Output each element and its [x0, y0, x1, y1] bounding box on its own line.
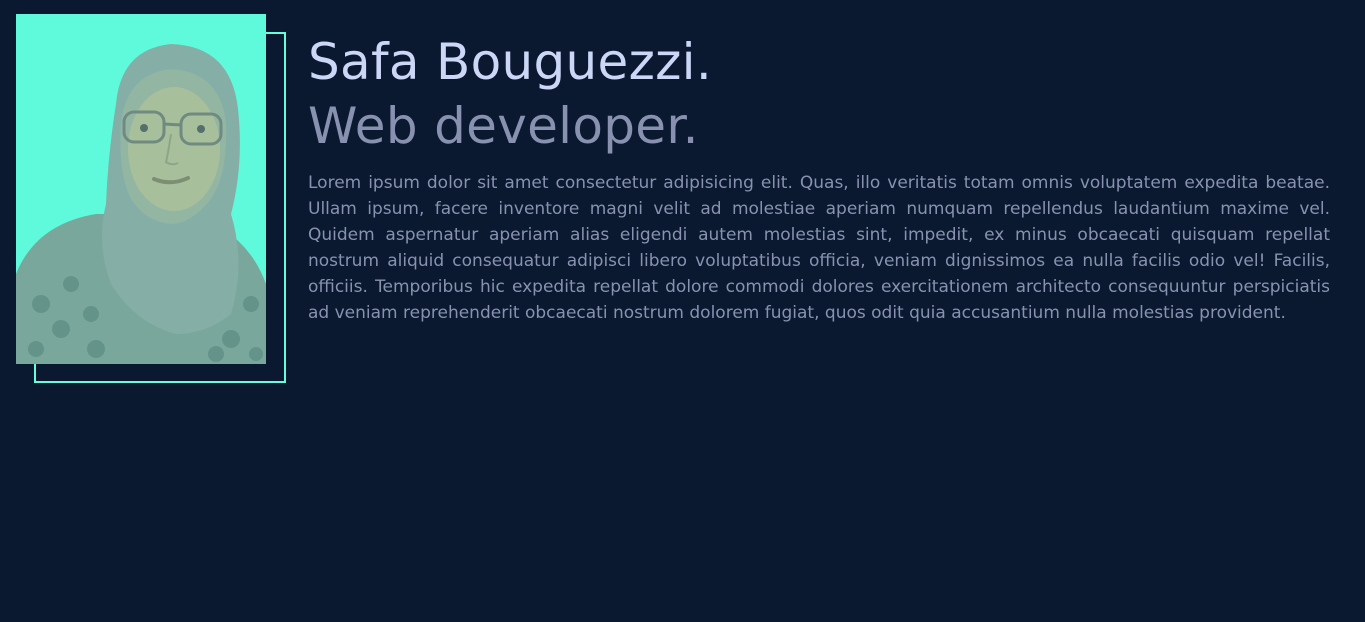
profile-bio: Lorem ipsum dolor sit amet consectetur a…: [308, 173, 1330, 323]
about-section: Safa Bouguezzi. Web developer. Lorem ips…: [0, 0, 1365, 622]
about-content: Safa Bouguezzi. Web developer. Lorem ips…: [308, 30, 1330, 326]
profile-role: Web developer.: [308, 97, 699, 155]
profile-name: Safa Bouguezzi.: [308, 33, 713, 91]
profile-photo: [16, 14, 266, 364]
